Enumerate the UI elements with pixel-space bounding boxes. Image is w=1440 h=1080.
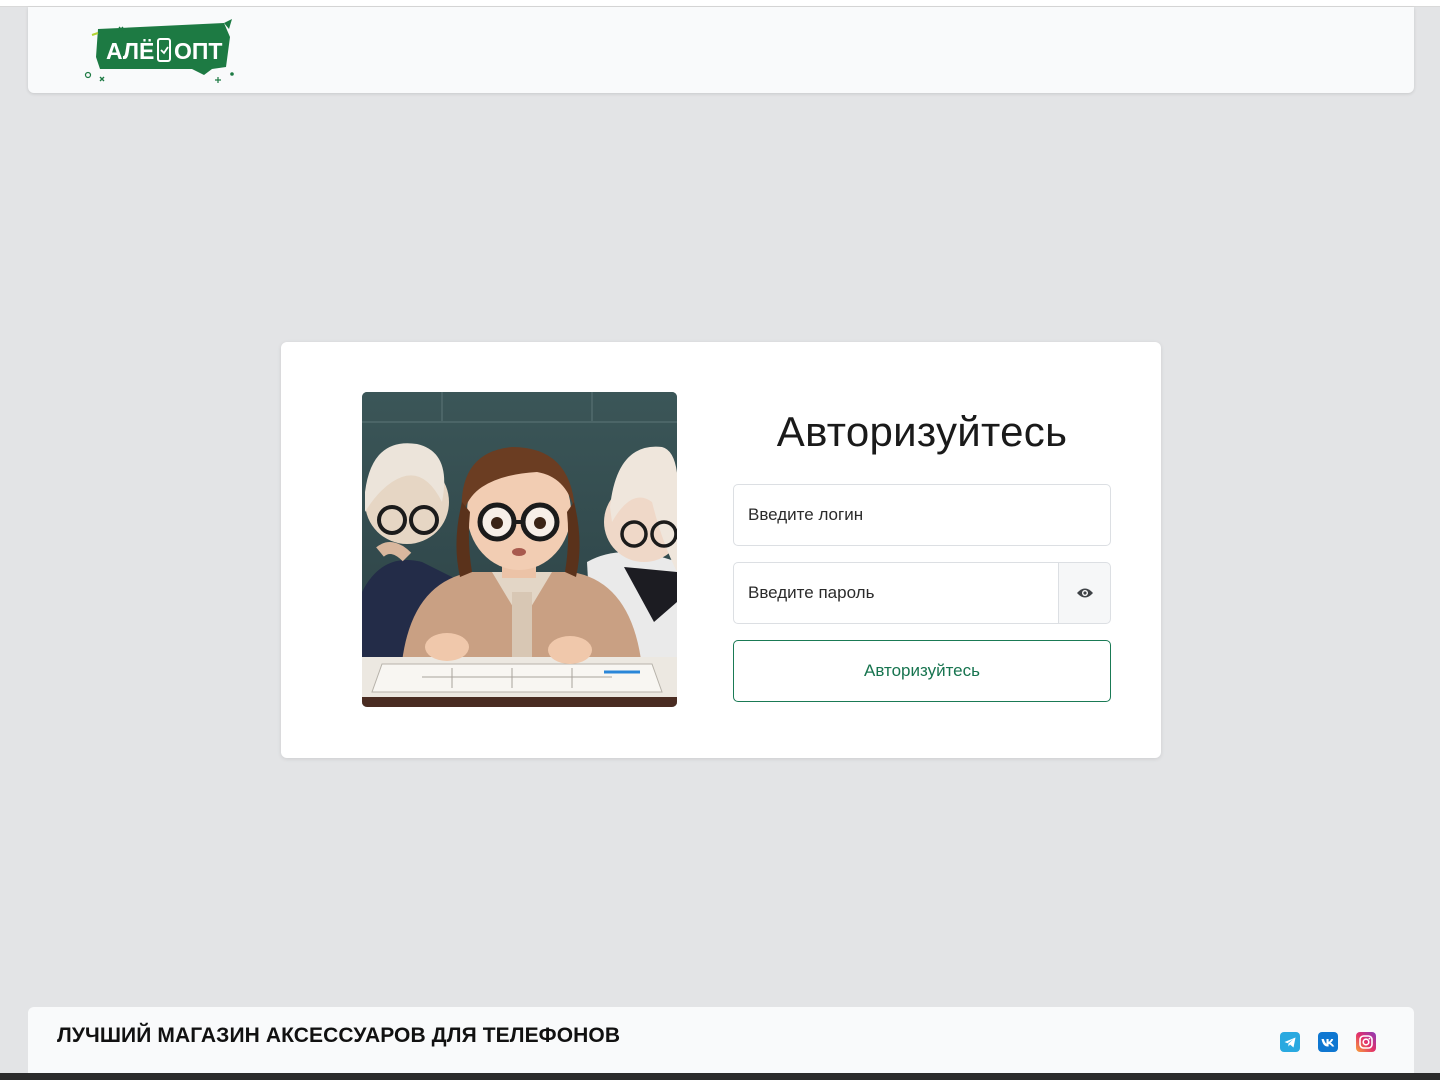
vk-icon (1321, 1038, 1335, 1046)
password-group (733, 562, 1111, 624)
eye-icon (1076, 588, 1093, 598)
taskbar-edge (0, 1073, 1440, 1080)
social-links (1280, 1032, 1376, 1052)
instagram-icon (1359, 1035, 1373, 1049)
vk-link[interactable] (1318, 1032, 1338, 1052)
login-title: Авторизуйтесь (776, 408, 1068, 455)
footer-tagline: ЛУЧШИЙ МАГАЗИН АКСЕССУАРОВ ДЛЯ ТЕЛЕФОНОВ (57, 1024, 621, 1047)
toggle-password-button[interactable] (1058, 562, 1111, 624)
password-input[interactable] (733, 562, 1059, 624)
logo-text-left: АЛЁ (106, 38, 154, 64)
logo-graphic: АЛЁ ОПТ (84, 19, 234, 83)
site-logo[interactable]: АЛЁ ОПТ (84, 17, 240, 83)
login-card: Авторизуйтесь Авторизуйтесь (281, 342, 1161, 758)
browser-top-edge (0, 0, 1440, 7)
logo-text-right: ОПТ (174, 38, 222, 64)
instagram-link[interactable] (1356, 1032, 1376, 1052)
site-footer: ЛУЧШИЙ МАГАЗИН АКСЕССУАРОВ ДЛЯ ТЕЛЕФОНОВ (28, 1007, 1414, 1073)
telegram-icon (1284, 1037, 1296, 1047)
login-submit-button[interactable]: Авторизуйтесь (733, 640, 1111, 702)
login-input[interactable] (733, 484, 1111, 546)
login-illustration (362, 392, 677, 707)
site-header: АЛЁ ОПТ (28, 7, 1414, 93)
telegram-link[interactable] (1280, 1032, 1300, 1052)
